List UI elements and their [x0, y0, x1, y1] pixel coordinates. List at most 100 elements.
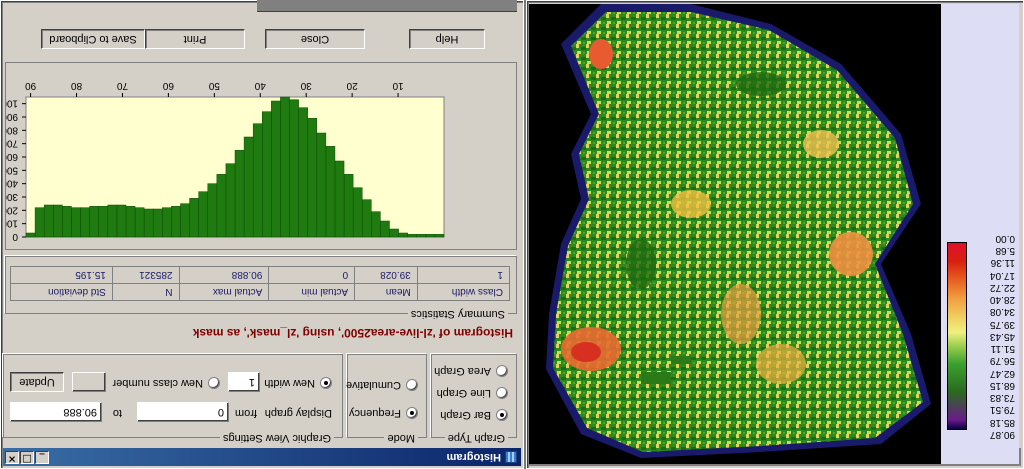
histogram-bar [143, 208, 154, 238]
x-tick-label: 50 [208, 80, 220, 91]
to-input[interactable]: 90.888 [10, 402, 102, 422]
mode-group: Mode Frequency Cumulative [346, 354, 427, 444]
histogram-chart: 0 1000 2000 3000 4000 5000 6000 7000 8000 9000 100… [0, 80, 445, 242]
map-window: zl-live-area2500 _ □ × [526, 0, 1024, 469]
histogram-bar [325, 146, 336, 238]
histogram-bar [425, 234, 436, 238]
histogram-bar [25, 232, 36, 238]
histogram-bar [407, 234, 417, 238]
histogram-bar [162, 207, 172, 238]
histogram-bar [34, 207, 45, 238]
histogram-bar [416, 234, 427, 238]
histogram-bar [280, 96, 290, 238]
y-tick-label: 3000 [6, 191, 18, 202]
new-class-number-radio[interactable]: New class number [113, 377, 220, 389]
histogram-bar [434, 234, 445, 238]
area-graph-radio[interactable]: Area Graph [434, 365, 508, 377]
legend-label: 51.11 [990, 343, 1015, 355]
minimize-button[interactable]: _ [35, 451, 49, 464]
histogram-bar [298, 107, 308, 238]
legend-label: 28.40 [989, 294, 1015, 306]
save-to-clipboard-button[interactable]: Save to Clipboard [41, 29, 145, 49]
bar-graph-radio[interactable]: Bar Graph [440, 409, 508, 421]
radio-selected-icon [406, 407, 418, 419]
y-tick-label: 4000 [6, 178, 18, 189]
legend-label: 45.43 [989, 331, 1015, 342]
summary-statistics-group: Summary Statistics Class width Mean Actual… [5, 256, 517, 320]
summary-statistics-label: Summary Statistics [407, 308, 508, 320]
histogram-bar [198, 191, 208, 238]
histogram-bar [80, 207, 90, 238]
legend-label: 90.87 [989, 429, 1015, 440]
legend-label: 79.51 [989, 404, 1015, 416]
histogram-bar [252, 123, 263, 238]
legend-label: 22.72 [989, 282, 1015, 293]
stats-value: 285321 [112, 266, 180, 284]
histogram-bar [98, 206, 109, 238]
y-tick-label: 5000 [6, 164, 18, 175]
stats-header-row: Class width Mean Actual min Actual max N Std … [10, 283, 510, 301]
histogram-bar [180, 203, 190, 238]
close-button[interactable]: Close [265, 29, 365, 49]
x-tick-label: 80 [71, 80, 83, 91]
stats-header: N [112, 283, 180, 301]
mode-label: Mode [384, 432, 418, 444]
line-graph-radio[interactable]: Line Graph [437, 387, 508, 399]
update-button[interactable]: Update [10, 372, 64, 392]
maximize-button[interactable]: □ [20, 451, 34, 464]
histogram-bar [107, 204, 118, 238]
legend-label: 73.83 [989, 392, 1015, 404]
x-tick-label: 20 [346, 80, 358, 91]
graphic-view-settings-group: Graphic View Settings Display graph from… [3, 354, 343, 444]
histogram-bar [62, 206, 72, 238]
graphic-view-settings-label: Graphic View Settings [219, 432, 334, 444]
cumulative-radio[interactable]: Cumulative [346, 379, 418, 391]
from-input[interactable]: 0 [137, 402, 229, 422]
legend-label: 17.04 [989, 269, 1015, 281]
y-tick-label: 0 [12, 231, 18, 242]
radio-icon [208, 377, 220, 389]
histogram-bar [398, 232, 408, 238]
stats-value-row: 1 39.028 0 90.888 285321 15.195 [10, 266, 510, 284]
histogram-bar [207, 183, 218, 238]
histogram-bar [334, 160, 345, 238]
class-number-input[interactable] [72, 372, 106, 392]
histogram-bar [343, 174, 354, 238]
legend-label: 0.00 [995, 233, 1015, 244]
histogram-bar [134, 207, 145, 238]
width-input[interactable]: 1 [228, 372, 260, 392]
new-width-radio[interactable]: New width [264, 377, 332, 389]
histogram-bar [71, 207, 81, 238]
print-button[interactable]: Print [145, 29, 245, 49]
histogram-window: Histogram _ □ × Graphic View Settings Di… [0, 0, 524, 469]
histogram-bar [361, 199, 372, 238]
histogram-bar [243, 136, 254, 238]
histogram-bar [289, 99, 299, 238]
graph-type-label: Graph Type [444, 432, 508, 444]
close-icon[interactable]: × [5, 451, 19, 464]
histogram-bar [380, 220, 390, 238]
histogram-bar [43, 204, 54, 238]
y-tick-label: 1000 [6, 218, 18, 229]
frequency-radio[interactable]: Frequency [349, 407, 418, 419]
histogram-bar [53, 204, 63, 238]
radio-selected-icon [496, 409, 508, 421]
stats-header: Actual min [268, 283, 355, 301]
x-tick-label: 40 [254, 80, 266, 91]
window-strip [257, 0, 517, 12]
histogram-bar [371, 211, 381, 238]
histogram-bar [307, 118, 318, 238]
help-button[interactable]: Help [409, 29, 485, 49]
graph-type-group: Graph Type Bar Graph Line Graph Area Gra… [431, 354, 517, 444]
y-tick-label: 10000 [6, 98, 18, 109]
stats-header: Class width [417, 283, 510, 301]
histogram-bar [189, 198, 199, 238]
x-tick-label: 60 [162, 80, 174, 91]
histogram-bar [262, 111, 272, 238]
raster-map [546, 4, 931, 458]
legend-label: 5.68 [995, 245, 1015, 257]
map-view[interactable] [529, 4, 941, 464]
histogram-titlebar[interactable]: Histogram _ □ × [3, 448, 521, 466]
histogram-bar [216, 174, 227, 238]
histogram-window-title: Histogram [446, 451, 501, 463]
